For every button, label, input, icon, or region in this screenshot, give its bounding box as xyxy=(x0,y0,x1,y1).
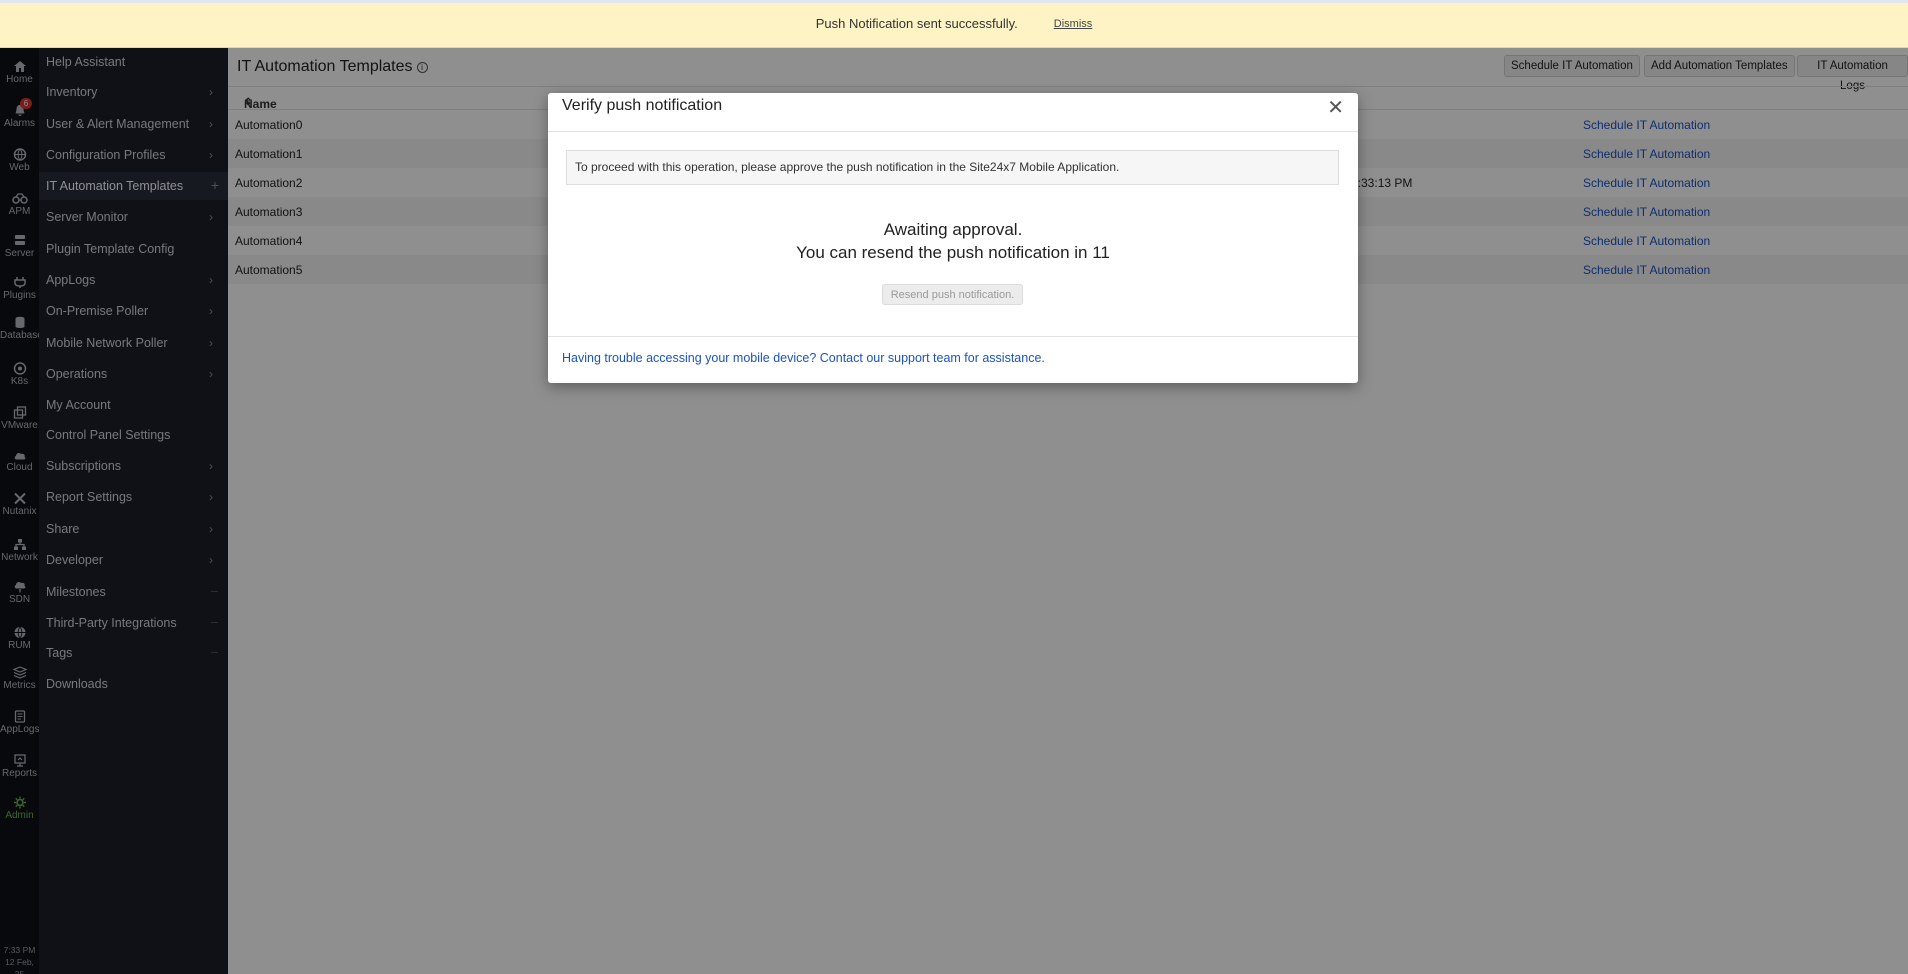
awaiting-status: Awaiting approval. xyxy=(883,220,1023,239)
verify-push-dialog: Verify push notification ✕ To proceed wi… xyxy=(548,93,1358,383)
resend-push-button[interactable]: Resend push notification. xyxy=(882,284,1023,305)
resend-countdown: You can resend the push notification in … xyxy=(796,243,1110,262)
close-icon[interactable]: ✕ xyxy=(1327,95,1344,120)
support-link[interactable]: Having trouble accessing your mobile dev… xyxy=(562,351,1045,365)
dismiss-link[interactable]: Dismiss xyxy=(1054,18,1093,30)
notification-bar: Push Notification sent successfully. Dis… xyxy=(0,0,1908,48)
dialog-title: Verify push notification xyxy=(562,97,723,114)
modal-overlay[interactable]: Verify push notification ✕ To proceed wi… xyxy=(0,48,1908,974)
divider xyxy=(548,336,1358,337)
instruction-message: To proceed with this operation, please a… xyxy=(566,150,1339,185)
top-strip xyxy=(0,0,1908,3)
notification-text: Push Notification sent successfully. xyxy=(815,16,1018,31)
divider xyxy=(548,131,1358,132)
